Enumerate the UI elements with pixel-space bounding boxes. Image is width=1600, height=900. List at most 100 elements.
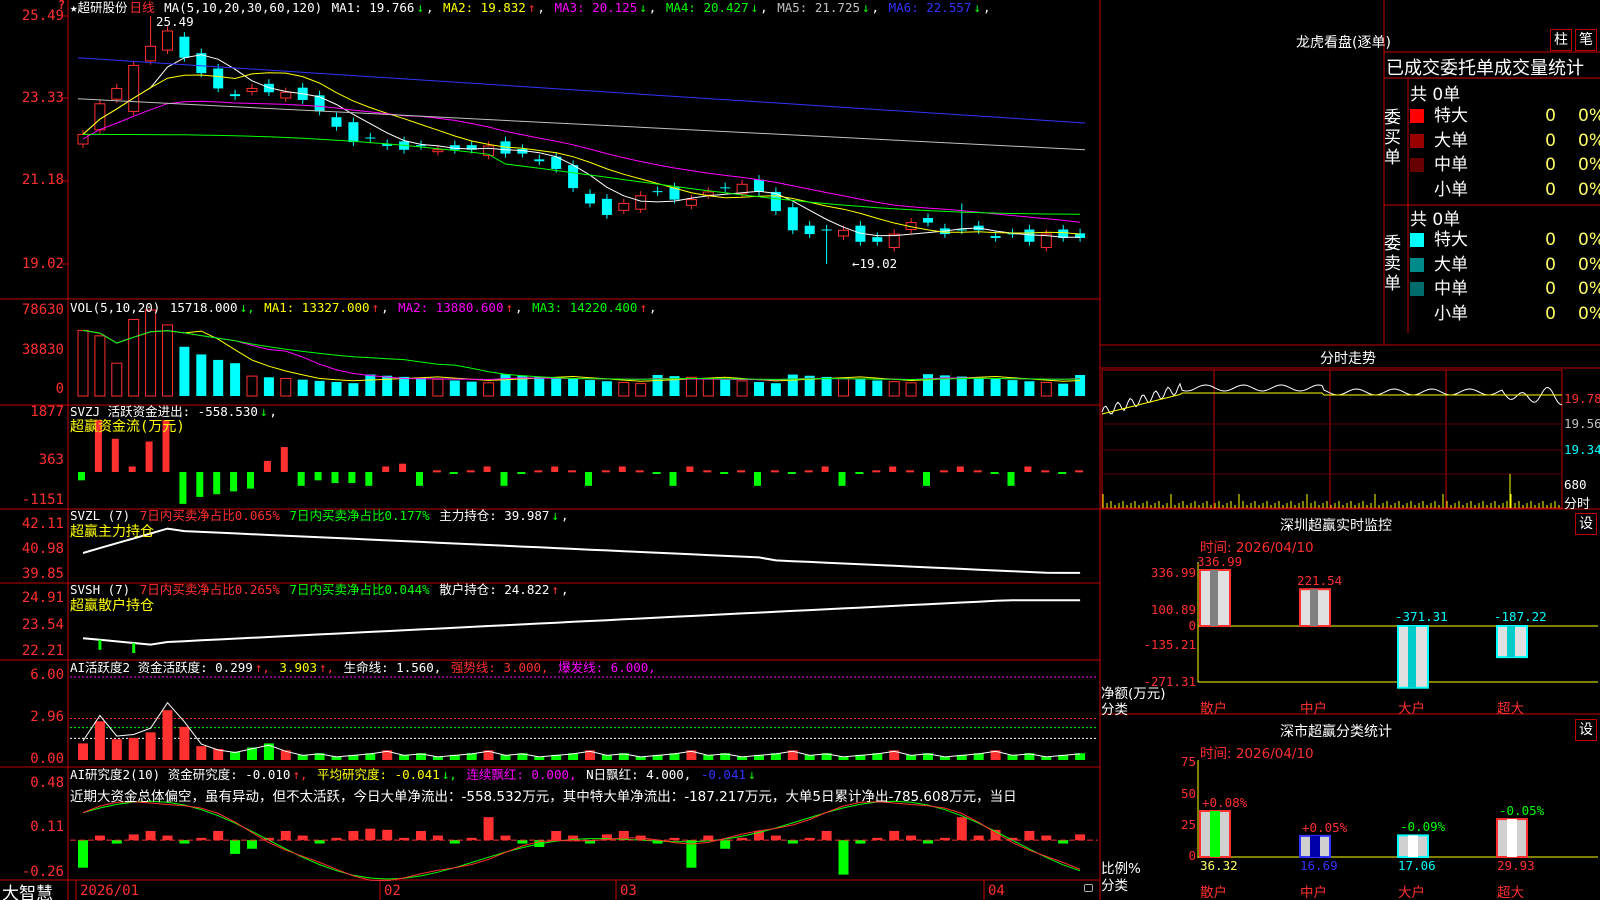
fund-flow-bar: [128, 466, 136, 472]
price-header: ★超研股份 日线 MA(5,10,20,30,60,120) MA1: 19.76…: [70, 0, 994, 16]
volume-bar-down: [1075, 374, 1086, 396]
buy-row-4: 小单 0 0%: [1408, 178, 1600, 202]
volume-bar-down: [754, 382, 764, 396]
candlestick-chart[interactable]: [77, 16, 1086, 264]
sz1-category-4: 超大: [1497, 701, 1524, 717]
svsh-title: SVSH (7): [70, 582, 131, 597]
fund-flow-bar: [145, 441, 153, 472]
ma1-line: [82, 54, 1081, 238]
sz2-tick-4: 0: [1188, 848, 1196, 863]
ai-research-chart[interactable]: [70, 800, 1098, 882]
sz2-category-3: 大户: [1398, 885, 1425, 900]
candle-down: [787, 207, 798, 231]
candle-down: [348, 122, 359, 143]
intraday-title: 分时走势: [1320, 351, 1376, 367]
research-bar: [179, 840, 190, 844]
ai1-tick-2: 2.96: [30, 709, 64, 725]
fund-flow-bar: [585, 472, 592, 486]
volume-bar-up: [432, 378, 444, 397]
research-bar: [432, 835, 443, 841]
volume-chart[interactable]: [77, 309, 1086, 397]
buy-name: 小单: [1434, 179, 1468, 200]
sz2-pct-4: 29.93: [1497, 858, 1535, 873]
sz2-pct-3: 17.06: [1398, 858, 1436, 873]
research-bar: [483, 817, 494, 841]
candle-down: [365, 137, 376, 139]
sz1-tick-2: 100.89: [1150, 602, 1196, 617]
ma-value-1: MA1: 19.766: [331, 0, 415, 15]
sz2-pct-1: 36.32: [1200, 858, 1238, 873]
ma2-line: [82, 72, 1081, 235]
volume-bar-up: [635, 383, 647, 397]
buy-swatch: [1410, 182, 1424, 197]
sz-monitor-settings-button[interactable]: 设: [1575, 513, 1597, 535]
volume-bar-down: [1007, 380, 1018, 396]
volume-bar-up: [483, 382, 495, 397]
research-bar: [297, 835, 308, 841]
volume-bar-up: [280, 377, 292, 397]
sz-class-settings-button[interactable]: 设: [1575, 719, 1597, 741]
vol-ma-arrow-3: ↑: [639, 300, 647, 315]
tick-view-button[interactable]: 笔: [1575, 29, 1597, 51]
ma-arrow-2: ↑: [527, 0, 536, 15]
sz2-change-4: -0.05%: [1499, 803, 1545, 819]
fund-flow-bar: [382, 466, 390, 472]
sz1-tick-3: 0: [1188, 618, 1196, 633]
ai1-burst: 爆发线: 6.000,: [558, 660, 656, 675]
sell-swatch: [1410, 257, 1424, 272]
fund-flow-bar: [923, 472, 930, 486]
svzl-header: SVZL (7) 7日内买卖净占比0.065% 7日内买卖净占比0.177% 主…: [70, 508, 569, 523]
fund-flow-bar: [720, 472, 729, 474]
research-bar: [1024, 830, 1035, 841]
buy-side-label: 委买单: [1384, 108, 1401, 168]
period-label: 日线: [129, 0, 155, 15]
volume-header: VOL(5,10,20) 15718.000 ↓, MA1: 13327.000 ↑…: [70, 300, 661, 316]
main-charts-canvas[interactable]: [0, 0, 1600, 900]
intraday-chart[interactable]: [1101, 369, 1563, 509]
svsh-tick-2: 23.54: [21, 617, 64, 633]
retail-holding-chart[interactable]: [82, 599, 1081, 653]
candle-down: [213, 68, 224, 89]
ma-sep: ,: [871, 0, 887, 15]
ma-arrow-3: ↓: [639, 0, 647, 15]
fund-flow-bar: [230, 472, 238, 492]
sell-total: 共 0单: [1410, 210, 1461, 230]
volume-bar-up: [111, 362, 123, 397]
sz1-value-2: 221.54: [1297, 573, 1343, 589]
research-bar: [449, 840, 460, 844]
lock-icon[interactable]: [1084, 884, 1093, 892]
candle-down: [416, 145, 426, 147]
activity-bar: [111, 739, 122, 760]
fund-flow-bar: [348, 472, 356, 484]
ai-activity-chart[interactable]: [70, 676, 1098, 760]
volume-bar-down: [601, 381, 612, 396]
ma3-line: [82, 100, 1081, 223]
svsh-c: 散户持仓: 24.822: [439, 582, 550, 597]
volume-bar-down: [196, 354, 207, 396]
candle-down: [923, 218, 933, 223]
activity-bar: [145, 732, 156, 760]
sell-swatch: [1410, 282, 1424, 297]
ma4-line: [83, 133, 1081, 215]
intraday-footer: 分时: [1564, 497, 1591, 512]
main-holding-chart[interactable]: [82, 527, 1081, 574]
sz1-category-1: 散户: [1200, 701, 1227, 717]
fund-flow-bar: [686, 466, 694, 472]
candle-up: [635, 195, 647, 210]
fund-flow-bar: [247, 472, 254, 489]
ma-arrow-1: ↓: [416, 0, 424, 15]
bar-view-button[interactable]: 柱: [1550, 29, 1572, 51]
fund-flow-bar: [449, 472, 458, 474]
buy-swatch: [1410, 109, 1424, 123]
sz2-tick-1: 75: [1180, 754, 1196, 769]
buy-count: 0: [1545, 155, 1556, 176]
activity-bar: [94, 721, 105, 760]
vol-ma-value-3: MA3: 14220.400: [532, 300, 638, 315]
fund-flow-chart[interactable]: [78, 420, 1084, 504]
volume-bar-down: [1024, 381, 1035, 396]
main-holding-line: [82, 527, 1081, 574]
fund-flow-bar: [263, 460, 271, 472]
candle-down: [331, 117, 342, 127]
volume-bar-down: [348, 383, 359, 396]
high-price-label: 25.49: [156, 14, 194, 29]
